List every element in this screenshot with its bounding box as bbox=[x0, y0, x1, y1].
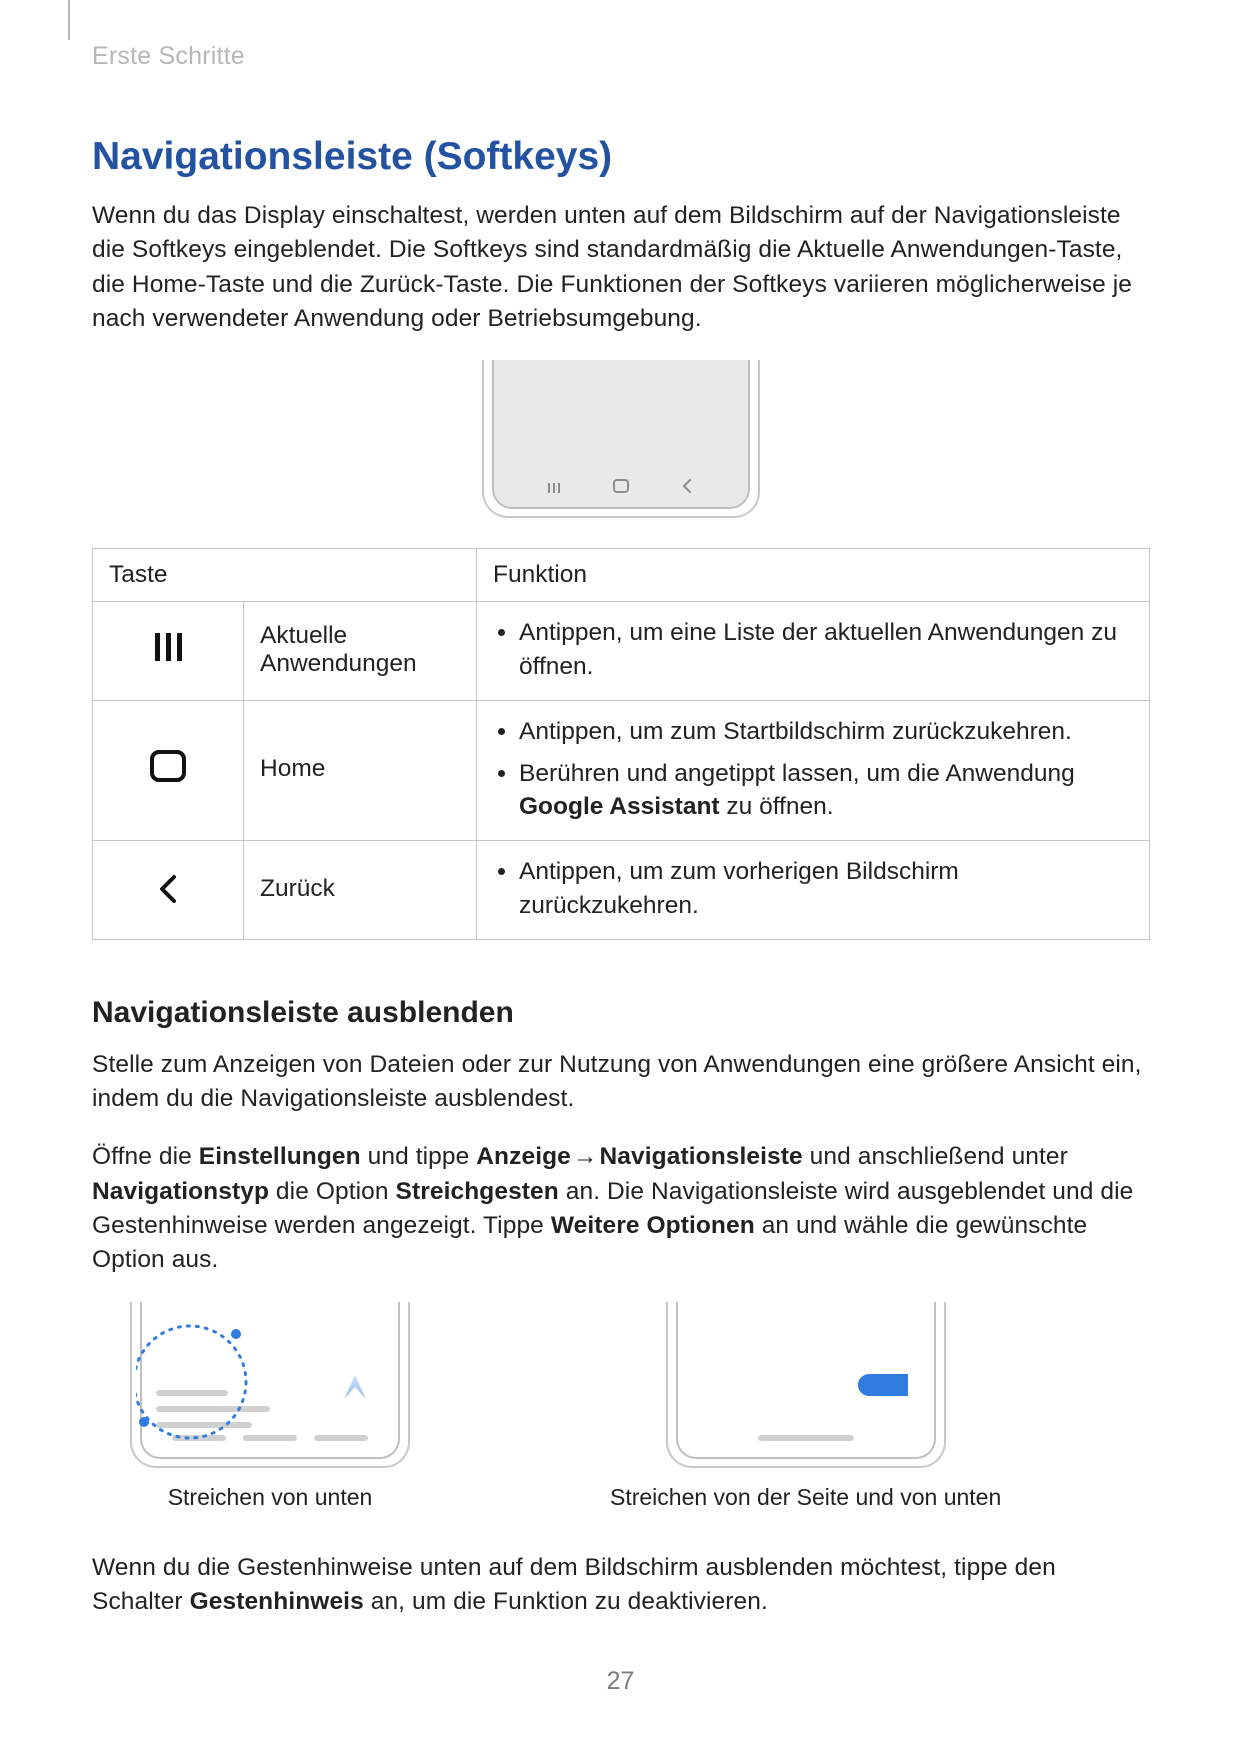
figure-navbar-phone bbox=[92, 360, 1150, 518]
row-label: Home bbox=[244, 700, 477, 840]
table-head-key: Taste bbox=[93, 549, 477, 602]
page-number: 27 bbox=[0, 1667, 1241, 1696]
table-row: Aktuelle Anwendungen Antippen, um eine L… bbox=[93, 602, 1150, 701]
section-title: Navigationsleiste (Softkeys) bbox=[92, 135, 1150, 179]
back-icon bbox=[93, 841, 244, 940]
figure-swipe-from-bottom: Streichen von unten bbox=[130, 1302, 410, 1511]
table-head-function: Funktion bbox=[477, 549, 1150, 602]
intro-paragraph: Wenn du das Display einschaltest, werden… bbox=[92, 199, 1150, 336]
hide-nav-p2: Öffne die Einstellungen und tippe Anzeig… bbox=[92, 1140, 1150, 1277]
row-functions: Antippen, um eine Liste der aktuellen An… bbox=[477, 602, 1150, 701]
home-icon bbox=[93, 700, 244, 840]
recents-icon bbox=[93, 602, 244, 701]
softkey-function-table: Taste Funktion Aktuelle Anwendungen Anti… bbox=[92, 548, 1150, 940]
recents-icon bbox=[548, 483, 562, 493]
hide-nav-p1: Stelle zum Anzeigen von Dateien oder zur… bbox=[92, 1048, 1150, 1117]
side-gesture-pill-icon bbox=[858, 1374, 908, 1396]
hide-nav-heading: Navigationsleiste ausblenden bbox=[92, 996, 1150, 1030]
table-row: Home Antippen, um zum Startbildschirm zu… bbox=[93, 700, 1150, 840]
hide-nav-p3: Wenn du die Gestenhinweise unten auf dem… bbox=[92, 1551, 1150, 1620]
back-icon bbox=[680, 479, 694, 493]
breadcrumb: Erste Schritte bbox=[92, 42, 1150, 71]
figure-swipe-from-side-and-bottom: Streichen von der Seite und von unten bbox=[610, 1302, 1001, 1511]
row-functions: Antippen, um zum vorherigen Bildschirm z… bbox=[477, 841, 1150, 940]
home-icon bbox=[613, 479, 629, 493]
table-row: Zurück Antippen, um zum vorherigen Bilds… bbox=[93, 841, 1150, 940]
row-functions: Antippen, um zum Startbildschirm zurückz… bbox=[477, 700, 1150, 840]
figure-caption: Streichen von unten bbox=[168, 1484, 373, 1511]
page-margin-tick bbox=[68, 0, 70, 40]
row-label: Zurück bbox=[244, 841, 477, 940]
figure-caption: Streichen von der Seite und von unten bbox=[610, 1484, 1001, 1511]
row-label: Aktuelle Anwendungen bbox=[244, 602, 477, 701]
